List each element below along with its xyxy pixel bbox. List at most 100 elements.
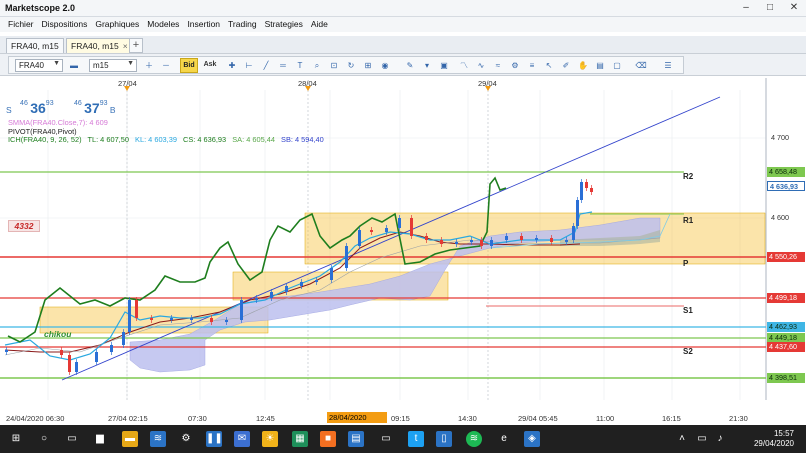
- app-icon[interactable]: ◈: [524, 431, 540, 447]
- search-icon[interactable]: ○: [36, 431, 52, 447]
- chart-type-icon[interactable]: ▬: [67, 59, 81, 72]
- sell-price-fraction: 93: [45, 100, 54, 107]
- app-icon[interactable]: ■: [320, 431, 336, 447]
- app-icon[interactable]: ▤: [348, 431, 364, 447]
- hline-tool-icon[interactable]: ═: [276, 59, 290, 72]
- marketscope-icon[interactable]: ≋: [150, 431, 166, 447]
- ichimoku-kl: KL: 4 603,39: [135, 135, 177, 144]
- sell-label: S: [6, 105, 12, 115]
- system-clock[interactable]: 15:57 29/04/2020: [754, 429, 794, 449]
- timeframe-value: m15: [93, 61, 109, 70]
- annotation-icon[interactable]: ✐: [559, 59, 573, 72]
- price-tick: 4 600: [771, 213, 789, 222]
- ichimoku-name: ICH(FRA40, 9, 26, 52): [8, 135, 82, 144]
- minimize-icon[interactable]: –: [734, 0, 758, 17]
- time-tick: 11:00: [596, 414, 615, 423]
- indicator-icon[interactable]: ∿: [474, 59, 488, 72]
- twitter-icon[interactable]: t: [408, 431, 424, 447]
- file-explorer-icon[interactable]: ▆: [92, 431, 108, 447]
- add-tab-button[interactable]: +: [129, 38, 143, 53]
- app-icon[interactable]: ▦: [292, 431, 308, 447]
- ruler-icon[interactable]: ⊢: [242, 59, 256, 72]
- buy-price[interactable]: 37: [84, 100, 100, 116]
- chart-tab-bar: FRA40, m15 FRA40, m15 × +: [0, 36, 806, 54]
- edge-icon[interactable]: e: [496, 431, 512, 447]
- bid-button[interactable]: Bid: [180, 58, 198, 73]
- line-tool-icon[interactable]: ╱: [259, 59, 273, 72]
- time-tick: 07:30: [188, 414, 207, 423]
- tab-chart-2[interactable]: FRA40, m15 ×: [66, 38, 133, 53]
- oscillator-icon[interactable]: ≈: [491, 59, 505, 72]
- zoom-icon[interactable]: ⌕: [310, 59, 324, 72]
- menu-aide[interactable]: Aide: [307, 17, 332, 32]
- price-alert-icon[interactable]: ⊡: [327, 59, 341, 72]
- close-tab-icon[interactable]: ×: [123, 41, 128, 51]
- line-chart-icon[interactable]: 〽: [457, 59, 471, 72]
- chevron-down-icon: ▼: [53, 60, 60, 67]
- clock-date: 29/04/2020: [753, 439, 794, 448]
- sheet-icon[interactable]: ▤: [593, 59, 607, 72]
- mail-icon[interactable]: ✉: [234, 431, 250, 447]
- pointer-icon[interactable]: ↖: [542, 59, 556, 72]
- ichimoku-cs: CS: 4 636,93: [183, 135, 227, 144]
- timeframe-select[interactable]: m15 ▼: [89, 59, 137, 72]
- ichimoku-legend: ICH(FRA40, 9, 26, 52) TL: 4 607,50 KL: 4…: [8, 135, 328, 144]
- price-label: 4 462,93: [767, 322, 805, 332]
- pencil-icon[interactable]: ✎: [403, 59, 417, 72]
- network-icon[interactable]: ▭: [694, 431, 710, 447]
- menu-bar: Fichier Dispositions Graphiques Modeles …: [0, 17, 806, 32]
- level-s2: S2: [683, 347, 693, 356]
- volume-icon[interactable]: ♪: [712, 431, 728, 447]
- ichimoku-tl: TL: 4 607,50: [87, 135, 129, 144]
- window-icon[interactable]: ▢: [610, 59, 624, 72]
- app-icon[interactable]: ▯: [436, 431, 452, 447]
- smma-legend: SMMA(FRA40.Close,7): 4 609: [8, 118, 108, 127]
- menu-fichier[interactable]: Fichier: [4, 17, 38, 32]
- folder-icon[interactable]: ▬: [122, 431, 138, 447]
- weather-icon[interactable]: ☀: [262, 431, 278, 447]
- spotify-icon[interactable]: ≋: [466, 431, 482, 447]
- fibonacci-icon[interactable]: ≡: [525, 59, 539, 72]
- settings-icon[interactable]: ⚙: [178, 431, 194, 447]
- instrument-select[interactable]: FRA40 ▼: [15, 59, 63, 72]
- eraser-icon[interactable]: ⌫: [634, 59, 648, 72]
- zoom-out-icon[interactable]: －: [159, 59, 173, 72]
- sell-price[interactable]: 36: [30, 100, 46, 116]
- strategy-icon[interactable]: ⚙: [508, 59, 522, 72]
- menu-insertion[interactable]: Insertion: [183, 17, 224, 32]
- task-view-icon[interactable]: ▭: [64, 431, 80, 447]
- chevron-down-icon[interactable]: ▾: [420, 59, 434, 72]
- text-tool-icon[interactable]: T: [293, 59, 307, 72]
- close-icon[interactable]: ✕: [782, 0, 806, 17]
- price-label: 4 437,60: [767, 342, 805, 352]
- app-icon[interactable]: ❚❚: [206, 431, 223, 447]
- quote-panel[interactable]: S 46 3693 46 3793 B: [6, 100, 116, 116]
- zoom-in-icon[interactable]: ＋: [142, 59, 156, 72]
- globe-icon[interactable]: ◉: [378, 59, 392, 72]
- menu-trading[interactable]: Trading: [224, 17, 261, 32]
- ichimoku-sa: SA: 4 605,44: [232, 135, 275, 144]
- hand-icon[interactable]: ✋: [576, 59, 590, 72]
- title-bar: Marketscope 2.0 – □ ✕: [0, 0, 806, 17]
- windows-taskbar: ⊞ ○ ▭ ▆ ▬ ≋ ⚙ ❚❚ ✉ ☀ ▦ ■ ▤ ▭ t ▯ ≋ e ◈ ˄…: [0, 425, 806, 453]
- menu-modeles[interactable]: Modeles: [143, 17, 183, 32]
- chart-settings-icon[interactable]: ⊞: [361, 59, 375, 72]
- ask-button[interactable]: Ask: [201, 58, 219, 73]
- maximize-icon[interactable]: □: [758, 0, 782, 17]
- price-label: 4 499,18: [767, 293, 805, 303]
- price-label: 4 398,51: [767, 373, 805, 383]
- menu-strategies[interactable]: Strategies: [261, 17, 307, 32]
- tray-chevron-icon[interactable]: ˄: [674, 431, 690, 447]
- chevron-down-icon: ▼: [127, 60, 134, 67]
- tab-chart-1[interactable]: FRA40, m15: [6, 38, 64, 53]
- image-icon[interactable]: ▣: [437, 59, 451, 72]
- windows-start-icon[interactable]: ⊞: [8, 431, 24, 447]
- menu-graphiques[interactable]: Graphiques: [91, 17, 143, 32]
- annotation-badge[interactable]: 4332: [8, 220, 40, 232]
- time-tick: 29/04 05:45: [518, 414, 558, 423]
- app-icon[interactable]: ▭: [378, 431, 394, 447]
- crosshair-icon[interactable]: ✚: [225, 59, 239, 72]
- menu-dispositions[interactable]: Dispositions: [38, 17, 92, 32]
- refresh-icon[interactable]: ↻: [344, 59, 358, 72]
- menu-icon[interactable]: ☰: [661, 59, 675, 72]
